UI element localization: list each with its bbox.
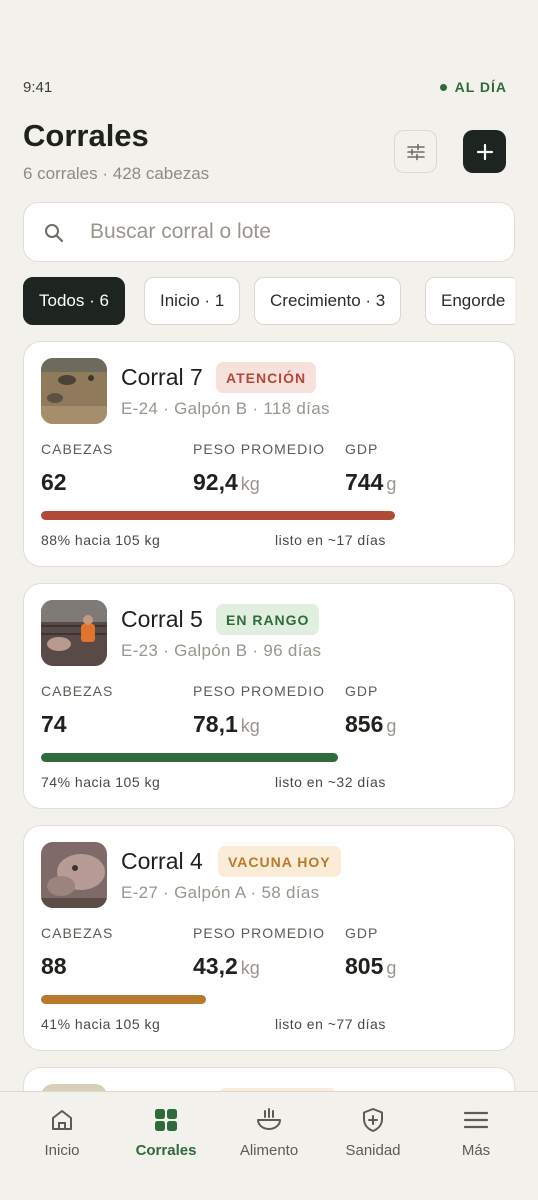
pen-card-corral-7[interactable]: Corral 7 ATENCIÓN E-24 · Galpón B · 118 … [23,341,515,567]
progress-text: 74% hacia 105 kg [41,774,161,790]
avg-weight-label: PESO PROMEDIO [193,441,326,457]
ready-estimate: listo en ~17 días [275,532,386,548]
heads-label: CABEZAS [41,925,114,941]
gdp-value: 805 g [345,953,397,979]
ready-estimate: listo en ~77 días [275,1016,386,1032]
sliders-icon [406,143,425,160]
sync-status-label: AL DÍA [454,79,507,95]
pen-name: Corral 7 [121,364,203,390]
avg-weight-label: PESO PROMEDIO [193,683,326,699]
feed-bowl-icon [255,1106,283,1134]
page-subtitle: 6 corrales · 428 cabezas [23,164,210,183]
weight-progress-fill [41,995,206,1004]
heads-value: 62 [41,469,67,495]
pen-meta: E-27 · Galpón A · 58 días [121,883,320,902]
pen-photo [41,600,107,666]
status-time: 9:41 [23,79,53,96]
gdp-label: GDP [345,925,379,941]
chip-crecimiento[interactable]: Crecimiento · 3 [254,277,402,325]
pen-photo [41,358,107,424]
ready-estimate: listo en ~32 días [275,774,386,790]
search-icon [45,224,64,243]
avg-weight-value: 92,4 kg [193,469,260,495]
progress-text: 88% hacia 105 kg [41,532,161,548]
status-bar: 9:41 AL DÍA [0,0,538,120]
heads-value: 74 [41,711,67,737]
plus-icon [476,143,493,160]
progress-text: 41% hacia 105 kg [41,1016,161,1032]
nav-item-corrales[interactable]: Corrales [114,1092,218,1200]
home-icon [48,1106,76,1134]
weight-unit: kg [240,958,260,978]
bottom-nav: Inicio Corrales Alimento Sanidad Más [0,1091,538,1200]
heads-label: CABEZAS [41,683,114,699]
nav-label: Sanidad [345,1142,401,1159]
gdp-label: GDP [345,683,379,699]
weight-progress-bar [41,753,443,762]
nav-item-mas[interactable]: Más [424,1092,528,1200]
health-shield-icon [359,1106,387,1134]
chip-inicio[interactable]: Inicio · 1 [144,277,241,325]
nav-item-sanidad[interactable]: Sanidad [321,1092,425,1200]
pen-meta: E-23 · Galpón B · 96 días [121,641,322,660]
status-badge: VACUNA HOY [218,846,341,877]
chip-todos[interactable]: Todos · 6 [23,277,125,325]
nav-label: Alimento [239,1142,299,1159]
pen-photo [41,842,107,908]
nav-label: Inicio [44,1142,80,1159]
page-title: Corrales [23,118,149,153]
gdp-unit: g [386,716,397,736]
search-input[interactable]: Buscar corral o lote [23,202,515,262]
avg-weight-label: PESO PROMEDIO [193,925,326,941]
sync-status: AL DÍA [439,79,507,95]
gdp-value: 744 g [345,469,397,495]
nav-label: Corrales [135,1142,197,1159]
pen-meta: E-24 · Galpón B · 118 días [121,399,330,418]
sync-dot-icon [439,83,447,91]
gdp-unit: g [386,474,397,494]
pen-card-corral-4[interactable]: Corral 4 VACUNA HOY E-27 · Galpón A · 58… [23,825,515,1051]
weight-progress-fill [41,511,395,520]
pen-name: Corral 4 [121,848,203,874]
gdp-label: GDP [345,441,379,457]
filter-settings-button[interactable] [394,130,437,173]
avg-weight-value: 43,2 kg [193,953,260,979]
heads-label: CABEZAS [41,441,114,457]
filter-chips: Todos · 6 Inicio · 1 Crecimiento · 3 Eng… [23,277,515,327]
nav-item-inicio[interactable]: Inicio [10,1092,114,1200]
nav-label: Más [461,1142,491,1159]
heads-value: 88 [41,953,67,979]
nav-item-alimento[interactable]: Alimento [217,1092,321,1200]
weight-unit: kg [240,474,260,494]
chip-engorde[interactable]: Engorde [425,277,515,325]
weight-progress-bar [41,995,443,1004]
grid-icon [152,1106,180,1134]
pen-card-corral-5[interactable]: Corral 5 EN RANGO E-23 · Galpón B · 96 d… [23,583,515,809]
add-pen-button[interactable] [463,130,506,173]
weight-unit: kg [240,716,260,736]
avg-weight-value: 78,1 kg [193,711,260,737]
weight-progress-fill [41,753,339,762]
menu-icon [462,1106,490,1134]
search-placeholder: Buscar corral o lote [90,220,271,243]
pen-name: Corral 5 [121,606,203,632]
status-badge: ATENCIÓN [216,362,317,393]
weight-progress-bar [41,511,443,520]
status-badge: EN RANGO [216,604,320,635]
gdp-unit: g [386,958,397,978]
gdp-value: 856 g [345,711,397,737]
